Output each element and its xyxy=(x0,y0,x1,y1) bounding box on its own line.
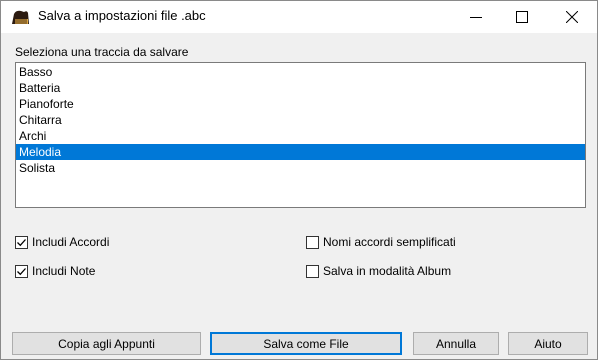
list-item-solista[interactable]: Solista xyxy=(16,160,585,176)
window-title: Salva a impostazioni file .abc xyxy=(38,8,206,23)
title-bar[interactable]: Salva a impostazioni file .abc xyxy=(1,1,597,33)
salva-album-checkbox[interactable] xyxy=(306,264,319,278)
nomi-accordi-option[interactable]: Nomi accordi semplificati xyxy=(306,235,456,249)
track-listbox[interactable]: Basso Batteria Pianoforte Chitarra Archi… xyxy=(15,62,586,208)
includi-note-checkbox[interactable] xyxy=(15,264,28,278)
dialog-window: Salva a impostazioni file .abc Seleziona… xyxy=(0,0,598,360)
copia-appunti-button[interactable]: Copia agli Appunti xyxy=(12,332,201,355)
includi-accordi-option[interactable]: Includi Accordi xyxy=(15,235,109,249)
track-list-label: Seleziona una traccia da salvare xyxy=(15,45,189,59)
annulla-button[interactable]: Annulla xyxy=(413,332,499,355)
list-item-batteria[interactable]: Batteria xyxy=(16,80,585,96)
salva-album-option[interactable]: Salva in modalità Album xyxy=(306,264,451,278)
includi-note-option[interactable]: Includi Note xyxy=(15,264,95,278)
list-item-chitarra[interactable]: Chitarra xyxy=(16,112,585,128)
salva-file-button[interactable]: Salva come File xyxy=(210,332,402,355)
minimize-button[interactable] xyxy=(453,1,499,33)
checkmark-icon xyxy=(17,238,26,246)
list-item-basso[interactable]: Basso xyxy=(16,64,585,80)
list-item-melodia[interactable]: Melodia xyxy=(16,144,585,160)
includi-accordi-checkbox[interactable] xyxy=(15,235,28,249)
maximize-icon xyxy=(516,11,528,23)
nomi-accordi-checkbox[interactable] xyxy=(306,235,319,249)
list-item-archi[interactable]: Archi xyxy=(16,128,585,144)
includi-accordi-label: Includi Accordi xyxy=(32,235,110,249)
close-button[interactable] xyxy=(549,1,595,33)
piano-app-icon xyxy=(11,9,31,25)
salva-album-label: Salva in modalità Album xyxy=(323,264,452,278)
includi-note-label: Includi Note xyxy=(32,264,96,278)
nomi-accordi-label: Nomi accordi semplificati xyxy=(323,235,456,249)
minimize-icon xyxy=(470,17,482,18)
close-icon xyxy=(566,11,578,23)
checkmark-icon xyxy=(17,267,26,275)
maximize-button[interactable] xyxy=(499,1,545,33)
aiuto-button[interactable]: Aiuto xyxy=(508,332,588,355)
list-item-pianoforte[interactable]: Pianoforte xyxy=(16,96,585,112)
